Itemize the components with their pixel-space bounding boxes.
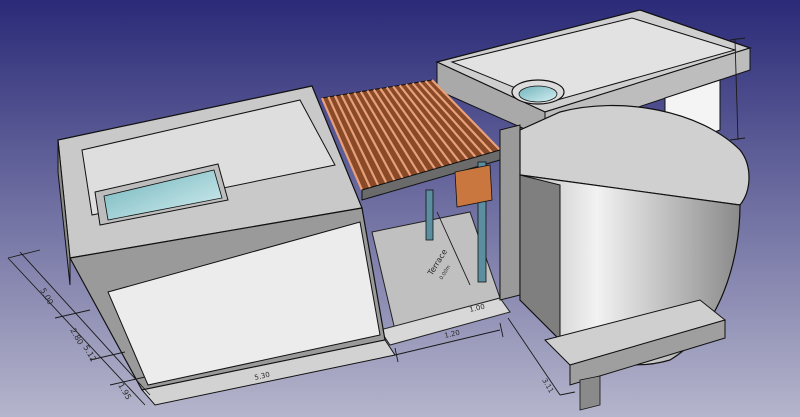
3d-viewport[interactable]: 5.00 2.80 5.12 1.95 1.20 1.00 5.30 3.11 … [0, 0, 800, 417]
cad-model-scene[interactable]: 5.00 2.80 5.12 1.95 1.20 1.00 5.30 3.11 … [0, 0, 800, 417]
